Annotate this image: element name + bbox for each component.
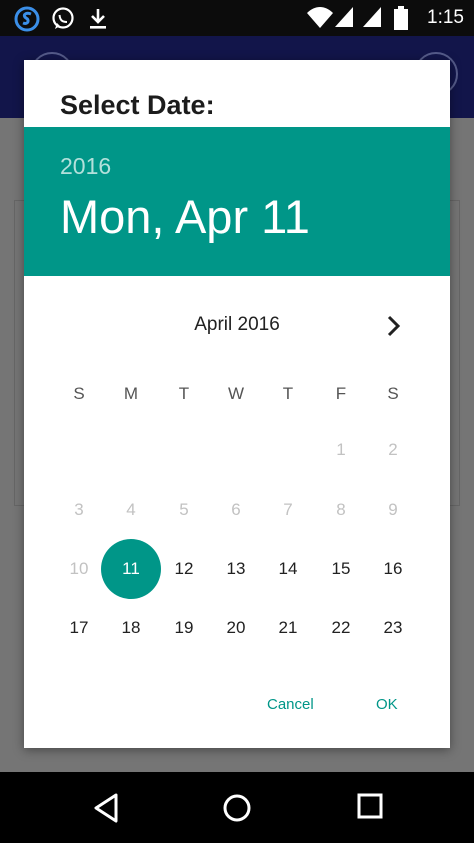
weekday-label: S [73, 384, 85, 403]
calendar-day: 6 [231, 500, 241, 519]
wifi-icon [307, 7, 333, 28]
calendar-day[interactable]: 16 [363, 539, 423, 599]
calendar-day: 10 [69, 559, 89, 578]
s-app-icon [14, 6, 40, 32]
calendar-day[interactable]: 18 [101, 598, 161, 658]
calendar-day: 5 [179, 500, 189, 519]
calendar-day[interactable]: 12 [154, 539, 214, 599]
weekday-header: SMTWTFS [24, 384, 450, 408]
weekday-label: F [335, 384, 347, 403]
selected-day[interactable]: 11 [101, 539, 161, 599]
calendar-day: 3 [74, 500, 84, 519]
chevron-right-icon[interactable] [380, 312, 408, 340]
back-icon[interactable] [92, 792, 120, 824]
signal-icon [335, 7, 353, 27]
calendar-day[interactable]: 17 [49, 598, 109, 658]
recents-icon[interactable] [356, 792, 384, 822]
dialog-title: Select Date: [60, 90, 215, 120]
home-icon[interactable] [221, 792, 253, 824]
weekday-label: S [387, 384, 399, 403]
header-date[interactable]: Mon, Apr 11 [60, 189, 310, 244]
download-icon [90, 9, 106, 29]
signal-icon [363, 7, 381, 27]
calendar-day: 8 [336, 500, 346, 519]
status-bar: 1:15 [0, 0, 474, 36]
date-picker-dialog: Select Date: 2016 Mon, Apr 11 April 2016… [24, 60, 450, 748]
cancel-button[interactable]: Cancel [267, 696, 314, 713]
calendar-day[interactable]: 14 [258, 539, 318, 599]
weekday-label: M [123, 384, 139, 403]
calendar-day: 7 [283, 500, 293, 519]
weekday-label: T [282, 384, 294, 403]
calendar-day: 4 [126, 500, 136, 519]
calendar-day[interactable]: 19 [154, 598, 214, 658]
weekday-label: W [227, 384, 245, 403]
calendar-day[interactable]: 13 [206, 539, 266, 599]
calendar-day: 1 [336, 440, 346, 459]
whatsapp-icon [52, 7, 74, 29]
calendar-day[interactable]: 21 [258, 598, 318, 658]
weekday-label: T [178, 384, 190, 403]
calendar-day[interactable]: 20 [206, 598, 266, 658]
navigation-bar [0, 772, 474, 843]
header-year[interactable]: 2016 [60, 153, 111, 180]
ok-button[interactable]: OK [376, 696, 398, 713]
clock: 1:15 [427, 7, 464, 28]
battery-icon [394, 6, 408, 30]
date-header: 2016 Mon, Apr 11 [24, 127, 450, 276]
calendar-day[interactable]: 15 [311, 539, 371, 599]
calendar-day[interactable]: 22 [311, 598, 371, 658]
calendar-day: 9 [388, 500, 398, 519]
calendar-day[interactable]: 23 [363, 598, 423, 658]
calendar-day: 2 [388, 440, 398, 459]
